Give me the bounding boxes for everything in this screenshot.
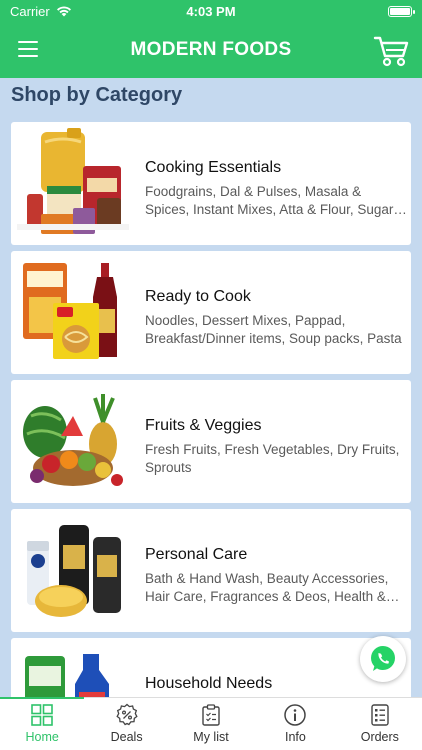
category-description: Noodles, Dessert Mixes, Pappad, Breakfas… [145, 313, 402, 346]
fruits-veggies-image [23, 394, 123, 486]
category-description: Bath & Hand Wash, Beauty Accessories, Ha… [145, 571, 389, 604]
section-title: Shop by Category [11, 84, 183, 106]
cooking-essentials-image [17, 128, 129, 234]
status-time: 4:03 PM [186, 3, 236, 19]
clipboard-list-icon [202, 704, 220, 726]
grid-icon [31, 704, 54, 726]
bottom-tab-bar: Home Deals My list Info Orders [0, 697, 422, 750]
category-description: Fresh Fruits, Fresh Vegetables, Dry Frui… [145, 442, 400, 475]
shopping-cart-icon[interactable] [372, 30, 412, 70]
category-title: Fruits & Veggies [145, 417, 262, 434]
info-icon [284, 704, 307, 726]
category-card-personal-care[interactable]: Personal Care Bath & Hand Wash, Beauty A… [11, 509, 411, 632]
category-title: Ready to Cook [145, 288, 251, 305]
category-card-cooking-essentials[interactable]: Cooking Essentials Foodgrains, Dal & Pul… [11, 122, 411, 245]
orders-list-icon [371, 704, 389, 726]
category-title: Household Needs [145, 675, 273, 692]
whatsapp-chat-button[interactable] [360, 636, 406, 682]
category-card-ready-to-cook[interactable]: Ready to Cook Noodles, Dessert Mixes, Pa… [11, 251, 411, 374]
category-title: Personal Care [145, 546, 248, 563]
badge-percent-icon [115, 703, 138, 726]
category-list: Cooking Essentials Foodgrains, Dal & Pul… [11, 122, 411, 750]
tab-label: Orders [360, 730, 399, 744]
tab-info[interactable]: Info [253, 698, 337, 750]
tab-orders[interactable]: Orders [338, 698, 422, 750]
category-card-fruits-veggies[interactable]: Fruits & Veggies Fresh Fruits, Fresh Veg… [11, 380, 411, 503]
tab-my-list[interactable]: My list [169, 698, 253, 750]
tab-label: Home [25, 730, 59, 744]
status-right [388, 5, 415, 17]
app-title: MODERN FOODS [130, 39, 292, 60]
status-bar: Carrier 4:03 PM [0, 0, 422, 22]
category-title: Cooking Essentials [145, 159, 282, 176]
hamburger-menu-icon[interactable] [18, 41, 38, 57]
ready-to-cook-image [23, 263, 117, 359]
battery-icon [388, 5, 415, 17]
whatsapp-icon [371, 646, 395, 671]
personal-care-image [27, 525, 121, 617]
app-header: MODERN FOODS [0, 22, 422, 78]
tab-label: Deals [110, 730, 143, 744]
tab-label: Info [284, 730, 306, 744]
category-description: Foodgrains, Dal & Pulses, Masala & Spice… [145, 184, 407, 217]
tab-label: My list [193, 730, 229, 744]
tab-deals[interactable]: Deals [84, 698, 168, 750]
tab-home[interactable]: Home [0, 697, 85, 750]
